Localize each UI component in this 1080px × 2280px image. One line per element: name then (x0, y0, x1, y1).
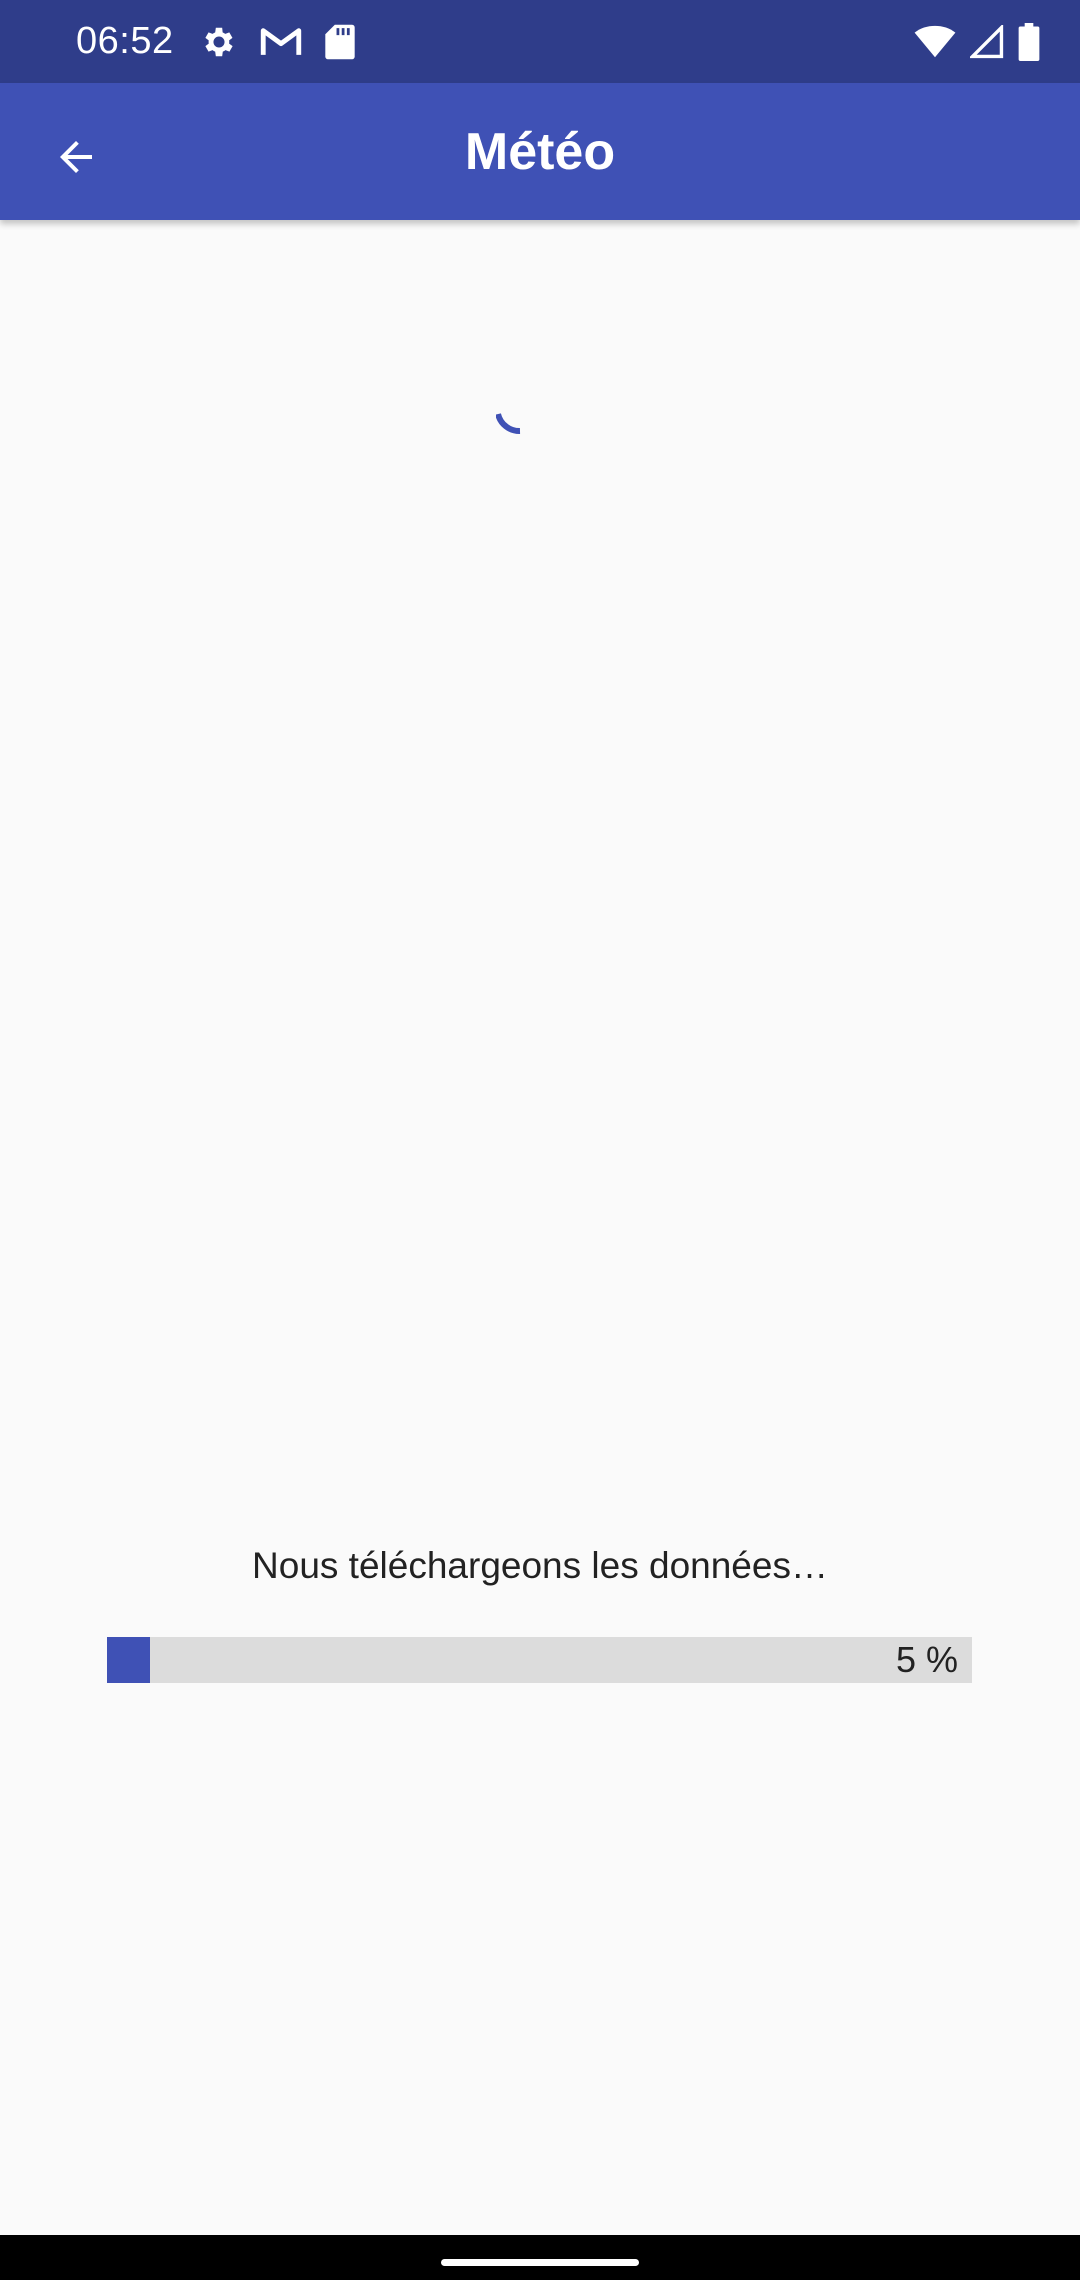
page-title: Météo (464, 122, 616, 181)
loading-message: Nous téléchargeons les données… (252, 1545, 828, 1586)
gmail-icon (260, 25, 302, 59)
navigation-bar (0, 2235, 1080, 2280)
wifi-icon (914, 25, 956, 59)
app-bar: Météo (0, 83, 1080, 220)
gear-icon (200, 23, 238, 61)
home-indicator[interactable] (441, 2259, 639, 2266)
status-bar: 06:52 (0, 0, 1080, 83)
signal-icon (970, 25, 1004, 59)
progress-label: 5 % (895, 1639, 958, 1680)
status-right-icons (914, 22, 1040, 62)
status-left-icons (200, 22, 356, 62)
progress-fill (107, 1637, 151, 1683)
sd-card-icon (324, 23, 356, 61)
download-progress-bar: 5 % (107, 1637, 972, 1683)
status-time: 06:52 (76, 20, 174, 62)
battery-icon (1018, 23, 1040, 61)
loading-spinner (495, 402, 544, 450)
